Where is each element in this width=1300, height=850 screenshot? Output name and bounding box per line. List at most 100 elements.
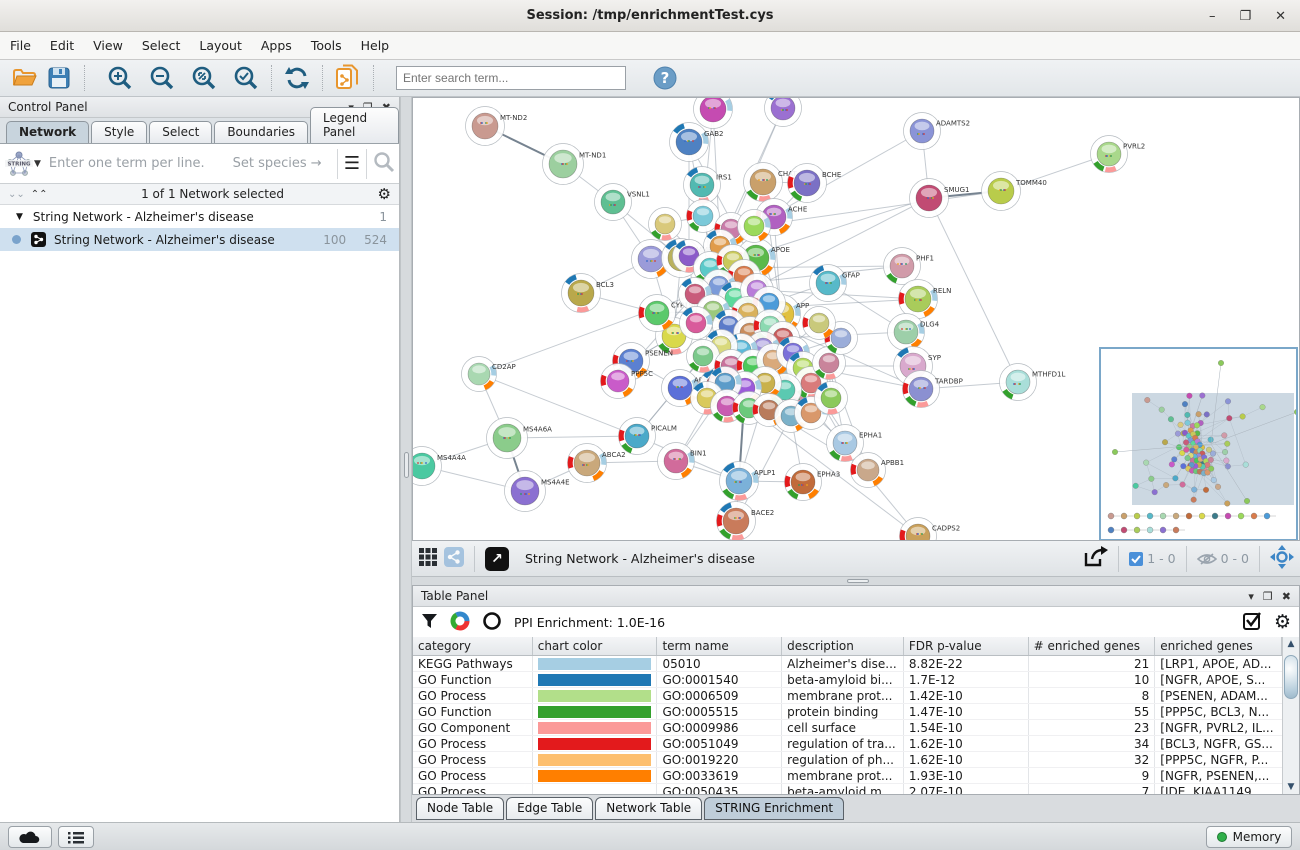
node-smug1[interactable]: SMUG1 — [910, 179, 970, 218]
node-bcl3[interactable]: BCL3 — [562, 274, 614, 313]
table-row[interactable]: GO ProcessGO:0050435beta-amyloid m...2.0… — [413, 784, 1282, 794]
column-header[interactable]: term name — [657, 637, 782, 655]
vertical-splitter[interactable] — [400, 97, 412, 822]
network-collection-row[interactable]: ▼ String Network - Alzheimer's disease 1 — [0, 205, 399, 228]
node-ms4a4e[interactable]: MS4A4E — [505, 471, 570, 512]
zoom-fit-button[interactable] — [187, 63, 221, 93]
tab-edge-table[interactable]: Edge Table — [506, 797, 593, 820]
column-header[interactable]: description — [782, 637, 904, 655]
task-list-button[interactable] — [58, 826, 94, 848]
expand-all-icon[interactable]: ⌃⌃ — [31, 189, 48, 200]
table-row[interactable]: GO ProcessGO:0051049regulation of tra...… — [413, 736, 1282, 752]
collection-expand-icon[interactable]: ▼ — [16, 212, 23, 222]
select-rows-checkbox-icon[interactable] — [1243, 611, 1262, 633]
string-search-icon[interactable] — [373, 151, 395, 176]
table-settings-gear-icon[interactable]: ⚙ — [1274, 611, 1291, 633]
maximize-button[interactable]: ❐ — [1239, 9, 1251, 24]
string-query-placeholder[interactable]: Enter one term per line. — [49, 156, 205, 171]
node-gfap[interactable]: GFAP — [810, 265, 860, 302]
node[interactable] — [738, 210, 771, 243]
column-header[interactable]: FDR p-value — [904, 637, 1029, 655]
node-apbb1[interactable]: APBB1 — [851, 453, 905, 488]
menu-item-select[interactable]: Select — [142, 38, 181, 53]
share-view-icon[interactable] — [444, 547, 464, 570]
tab-style[interactable]: Style — [91, 121, 147, 143]
close-button[interactable]: ✕ — [1275, 9, 1286, 24]
tab-boundaries[interactable]: Boundaries — [214, 121, 308, 143]
node[interactable] — [680, 307, 713, 340]
node[interactable] — [694, 98, 733, 129]
open-session-button[interactable] — [8, 63, 42, 93]
menu-item-view[interactable]: View — [93, 38, 123, 53]
cloud-button[interactable] — [8, 826, 52, 848]
column-header[interactable]: # enriched genes — [1029, 637, 1156, 655]
node-tardbp[interactable]: TARDBP — [903, 371, 963, 408]
scrollbar-thumb[interactable] — [1284, 655, 1298, 699]
enrichment-table[interactable]: categorychart colorterm namedescriptionF… — [413, 637, 1282, 794]
column-header[interactable]: enriched genes — [1155, 637, 1282, 655]
tab-network[interactable]: Network — [6, 121, 89, 143]
birdseye-view[interactable] — [1099, 347, 1298, 541]
table-panel-menu-icon[interactable]: ▾ — [1248, 590, 1254, 603]
import-network-button[interactable] — [331, 63, 365, 93]
save-session-button[interactable] — [42, 63, 76, 93]
node-epha3[interactable]: EPHA3 — [785, 464, 841, 501]
zoom-selected-button[interactable] — [229, 63, 263, 93]
table-panel-close-icon[interactable]: ✖ — [1282, 590, 1291, 603]
table-row[interactable]: GO ComponentGO:0009986cell surface1.54E-… — [413, 720, 1282, 736]
help-icon[interactable]: ? — [648, 63, 682, 93]
refresh-layout-button[interactable] — [280, 63, 314, 93]
menu-item-file[interactable]: File — [10, 38, 31, 53]
tab-node-table[interactable]: Node Table — [416, 797, 504, 820]
node-ms4a6a[interactable]: MS4A6A — [487, 418, 553, 459]
navigator-move-icon[interactable] — [1270, 545, 1294, 572]
node-bche[interactable]: BCHE — [788, 164, 842, 203]
export-network-icon[interactable] — [1082, 545, 1108, 572]
species-hint[interactable]: Set species → — [233, 156, 331, 171]
chart-donut-icon[interactable] — [450, 611, 470, 634]
menu-item-help[interactable]: Help — [361, 38, 390, 53]
network-options-gear-icon[interactable]: ⚙ — [378, 185, 391, 203]
node[interactable] — [815, 382, 848, 415]
scroll-up-icon[interactable]: ▲ — [1283, 637, 1299, 651]
memory-button[interactable]: Memory — [1206, 826, 1292, 848]
tab-network-table[interactable]: Network Table — [595, 797, 702, 820]
node-bace2[interactable]: BACE2 — [717, 502, 775, 541]
filter-funnel-icon[interactable] — [421, 613, 438, 632]
menu-item-edit[interactable]: Edit — [50, 38, 74, 53]
scroll-down-icon[interactable]: ▼ — [1283, 780, 1299, 794]
node-dlg4[interactable]: DLG4 — [888, 314, 940, 351]
tab-string-enrichment[interactable]: STRING Enrichment — [704, 797, 844, 820]
node-vsnl1[interactable]: VSNL1 — [595, 184, 650, 221]
node-phf1[interactable]: PHF1 — [884, 248, 934, 285]
node-reln[interactable]: RELN — [899, 280, 952, 319]
node-abca2[interactable]: ABCA2 — [568, 444, 626, 483]
network-row[interactable]: String Network - Alzheimer's disease 100… — [0, 228, 399, 251]
node[interactable] — [803, 307, 836, 340]
string-logo-icon[interactable]: STRING ▼ — [4, 149, 41, 179]
table-row[interactable]: KEGG Pathways05010Alzheimer's dise...8.8… — [413, 656, 1282, 672]
column-header[interactable]: chart color — [533, 637, 658, 655]
node-pvrl2[interactable]: PVRL2 — [1091, 136, 1146, 173]
menu-item-tools[interactable]: Tools — [311, 38, 342, 53]
menu-item-apps[interactable]: Apps — [261, 38, 292, 53]
node-mt-nd1[interactable]: MT-ND1 — [543, 144, 607, 185]
network-canvas[interactable]: MT-ND2MT-ND1VSNL1GAB2IRS1CHATBCHEACHESMU… — [412, 97, 1300, 541]
table-row[interactable]: GO ProcessGO:0033619membrane prot...1.93… — [413, 768, 1282, 784]
node-cd2ap[interactable]: CD2AP — [462, 357, 516, 392]
node[interactable] — [765, 98, 802, 127]
node-ms4a4a[interactable]: MS4A4A — [413, 447, 466, 486]
table-panel-float-icon[interactable]: ❐ — [1263, 590, 1273, 603]
node-bin1[interactable]: BIN1 — [658, 443, 707, 480]
node-tomm40[interactable]: TOMM40 — [982, 172, 1047, 211]
column-header[interactable]: category — [413, 637, 533, 655]
tab-legend-panel[interactable]: Legend Panel — [310, 107, 399, 143]
string-options-icon[interactable]: ☰ — [344, 153, 360, 174]
table-row[interactable]: GO ProcessGO:0019220regulation of ph...1… — [413, 752, 1282, 768]
table-row[interactable]: GO ProcessGO:0006509membrane prot...1.42… — [413, 688, 1282, 704]
grid-view-icon[interactable] — [418, 547, 438, 570]
node[interactable] — [649, 208, 682, 241]
table-vertical-scrollbar[interactable]: ▲ ▼ — [1282, 637, 1299, 794]
horizontal-splitter[interactable] — [412, 577, 1300, 585]
ring-chart-icon[interactable] — [482, 611, 502, 634]
